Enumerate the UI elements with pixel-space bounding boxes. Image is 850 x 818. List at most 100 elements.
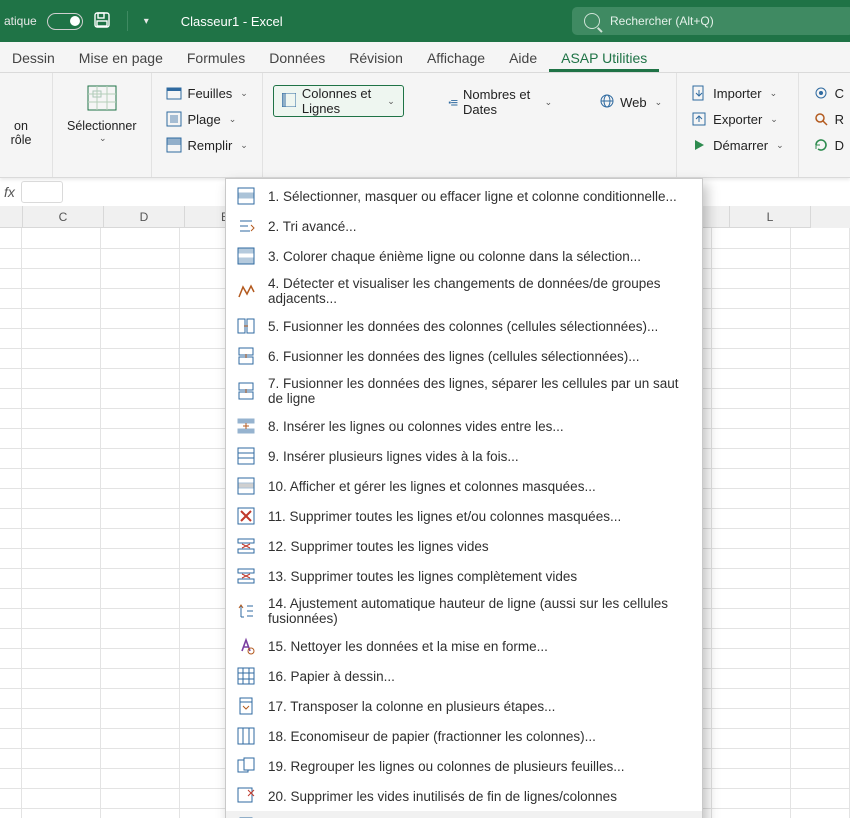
cell[interactable]: [22, 448, 101, 469]
cell[interactable]: [101, 808, 180, 818]
cell[interactable]: [791, 808, 850, 818]
plage-button[interactable]: Plage ⌄: [162, 109, 252, 129]
cell[interactable]: [22, 648, 101, 669]
cell[interactable]: [101, 268, 180, 289]
cell[interactable]: [0, 528, 22, 549]
importer-button[interactable]: Importer ⌄: [687, 83, 787, 103]
cell[interactable]: [22, 488, 101, 509]
cell[interactable]: [101, 388, 180, 409]
menu-item-13[interactable]: 13. Supprimer toutes les lignes complète…: [226, 561, 702, 591]
cell[interactable]: [712, 548, 791, 569]
cell[interactable]: [712, 588, 791, 609]
cell[interactable]: [0, 488, 22, 509]
demarrer-button[interactable]: Démarrer ⌄: [687, 135, 787, 155]
cell[interactable]: [0, 608, 22, 629]
cell[interactable]: [0, 228, 22, 249]
cell[interactable]: [101, 608, 180, 629]
search-box[interactable]: Rechercher (Alt+Q): [572, 7, 850, 35]
cell[interactable]: [0, 568, 22, 589]
cell[interactable]: [791, 768, 850, 789]
cell[interactable]: [791, 588, 850, 609]
cell[interactable]: [22, 708, 101, 729]
tab-formules[interactable]: Formules: [175, 44, 257, 72]
cell[interactable]: [791, 308, 850, 329]
cell[interactable]: [22, 228, 101, 249]
menu-item-21[interactable]: 21. Rétablir la dernière cellule d'Excel: [226, 811, 702, 818]
cell[interactable]: [791, 428, 850, 449]
cell[interactable]: [101, 228, 180, 249]
menu-item-16[interactable]: 16. Papier à dessin...: [226, 661, 702, 691]
row-header-corner[interactable]: [0, 206, 23, 228]
cell[interactable]: [101, 728, 180, 749]
cell[interactable]: [22, 428, 101, 449]
cell[interactable]: [22, 408, 101, 429]
cell[interactable]: [0, 248, 22, 269]
cell[interactable]: [0, 788, 22, 809]
cell[interactable]: [22, 768, 101, 789]
tab-dessin[interactable]: Dessin: [0, 44, 67, 72]
cell[interactable]: [712, 408, 791, 429]
cell[interactable]: [712, 668, 791, 689]
cell[interactable]: [712, 348, 791, 369]
cell[interactable]: [712, 628, 791, 649]
formula-input[interactable]: [21, 181, 63, 203]
cell[interactable]: [22, 628, 101, 649]
cell[interactable]: [101, 488, 180, 509]
cell[interactable]: [22, 788, 101, 809]
cell[interactable]: [0, 688, 22, 709]
cell[interactable]: [0, 308, 22, 329]
cell[interactable]: [0, 708, 22, 729]
cell[interactable]: [712, 368, 791, 389]
tab-revision[interactable]: Révision: [337, 44, 415, 72]
col-header[interactable]: D: [104, 206, 185, 228]
cell[interactable]: [101, 368, 180, 389]
cell[interactable]: [712, 248, 791, 269]
cell[interactable]: [791, 728, 850, 749]
cell[interactable]: [791, 528, 850, 549]
cell[interactable]: [0, 348, 22, 369]
cell[interactable]: [0, 468, 22, 489]
menu-item-12[interactable]: 12. Supprimer toutes les lignes vides: [226, 531, 702, 561]
cell[interactable]: [22, 568, 101, 589]
cell[interactable]: [101, 548, 180, 569]
cell[interactable]: [712, 308, 791, 329]
cell[interactable]: [101, 668, 180, 689]
cell[interactable]: [791, 508, 850, 529]
col-header[interactable]: C: [23, 206, 104, 228]
cell[interactable]: [712, 728, 791, 749]
cell[interactable]: [712, 488, 791, 509]
cell[interactable]: [22, 268, 101, 289]
cell[interactable]: [791, 288, 850, 309]
fx-icon[interactable]: fx: [4, 184, 15, 200]
cell[interactable]: [101, 428, 180, 449]
tab-donnees[interactable]: Données: [257, 44, 337, 72]
menu-item-3[interactable]: 3. Colorer chaque énième ligne ou colonn…: [226, 241, 702, 271]
cell[interactable]: [791, 248, 850, 269]
cell[interactable]: [791, 568, 850, 589]
cell[interactable]: [712, 268, 791, 289]
menu-item-10[interactable]: 10. Afficher et gérer les lignes et colo…: [226, 471, 702, 501]
cell[interactable]: [101, 788, 180, 809]
cell[interactable]: [712, 788, 791, 809]
cell[interactable]: [791, 748, 850, 769]
cell[interactable]: [791, 688, 850, 709]
cell[interactable]: [0, 428, 22, 449]
menu-item-6[interactable]: 6. Fusionner les données des lignes (cel…: [226, 341, 702, 371]
cell[interactable]: [101, 308, 180, 329]
cell[interactable]: [0, 288, 22, 309]
menu-item-15[interactable]: 15. Nettoyer les données et la mise en f…: [226, 631, 702, 661]
cell[interactable]: [712, 448, 791, 469]
colonnes-lignes-dropdown[interactable]: Colonnes et Lignes ⌄: [273, 85, 404, 117]
cell[interactable]: [712, 428, 791, 449]
cell[interactable]: [791, 408, 850, 429]
cell[interactable]: [791, 628, 850, 649]
cell[interactable]: [22, 308, 101, 329]
cell[interactable]: [22, 248, 101, 269]
menu-item-4[interactable]: 4. Détecter et visualiser les changement…: [226, 271, 702, 311]
menu-item-2[interactable]: 2. Tri avancé...: [226, 211, 702, 241]
cell[interactable]: [101, 448, 180, 469]
cell[interactable]: [101, 648, 180, 669]
cell[interactable]: [0, 668, 22, 689]
cell[interactable]: [22, 348, 101, 369]
cell[interactable]: [0, 748, 22, 769]
